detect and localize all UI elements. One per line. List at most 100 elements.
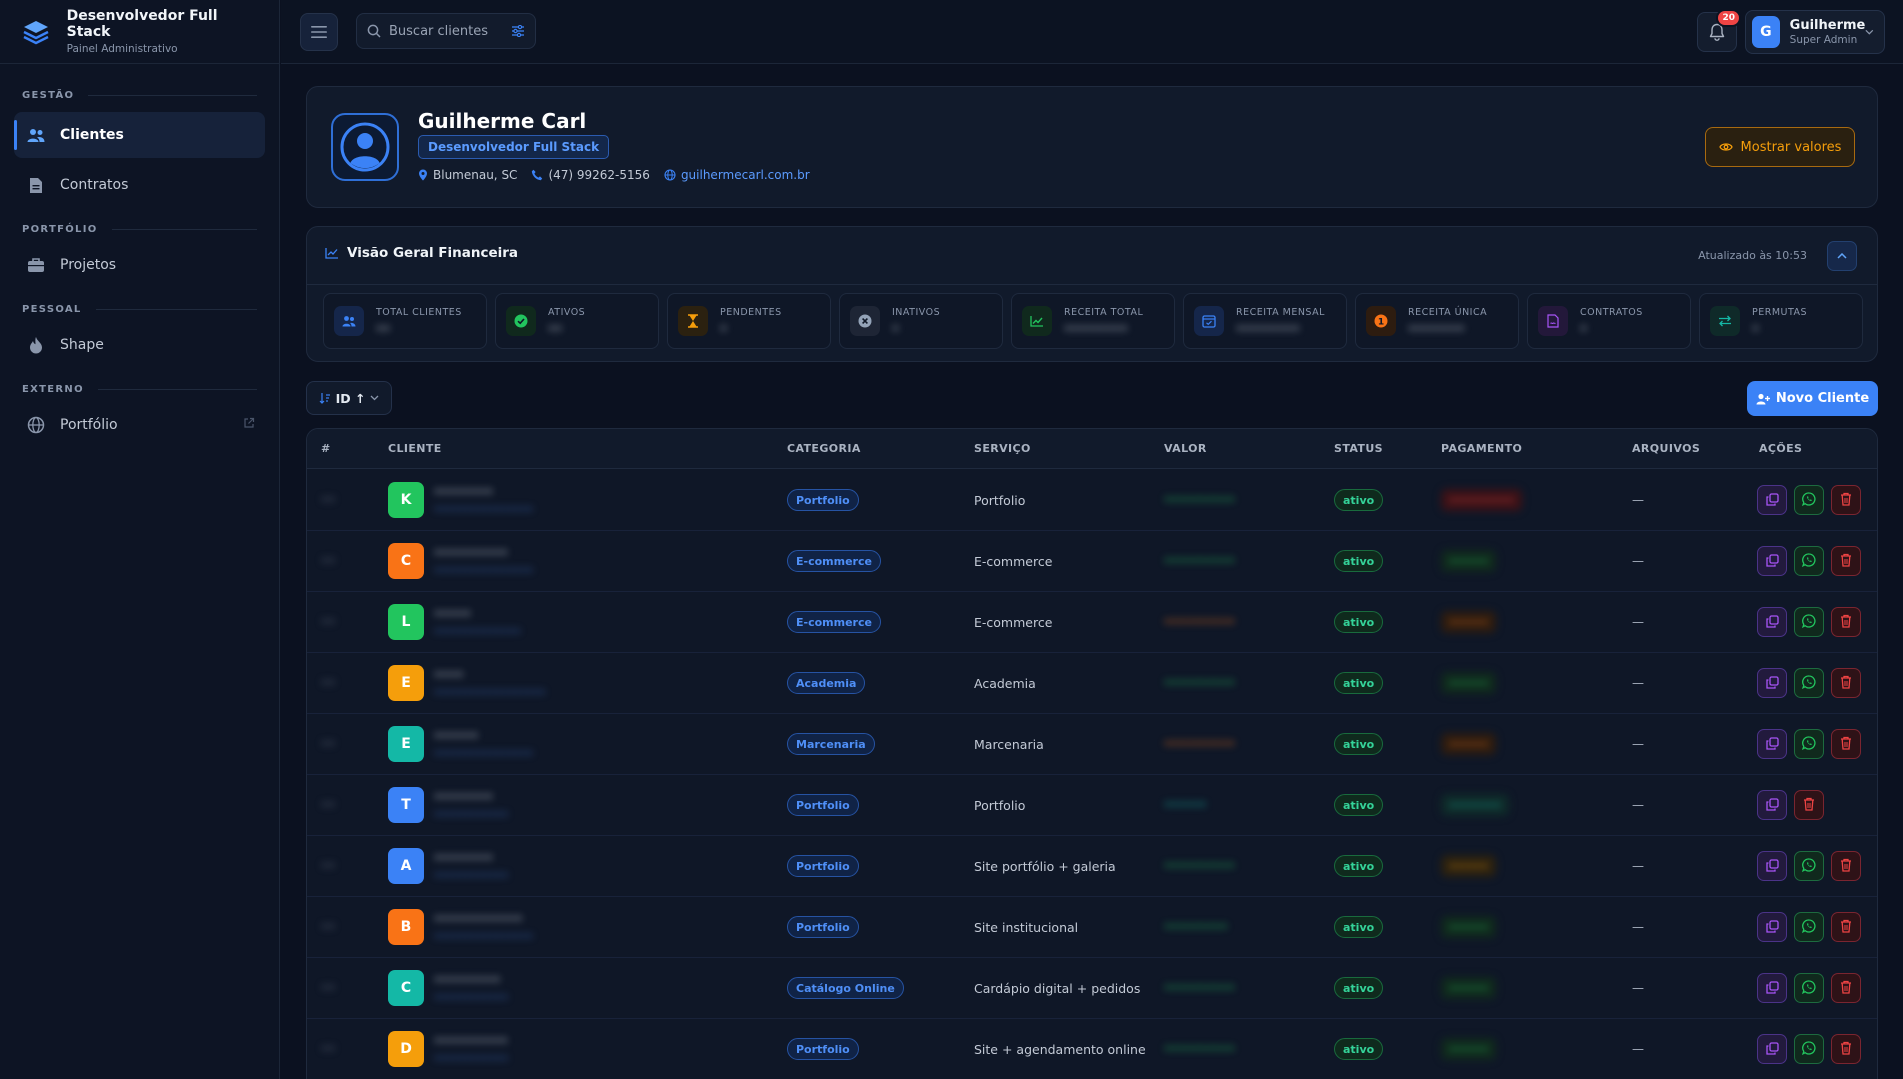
service-text: Site + agendamento online: [974, 1041, 1146, 1057]
new-client-label: Novo Cliente: [1775, 391, 1870, 406]
delete-button[interactable]: [1794, 790, 1824, 820]
column-header[interactable]: SERVIÇO: [974, 442, 1031, 455]
column-header[interactable]: ARQUIVOS: [1632, 442, 1700, 455]
whatsapp-button[interactable]: [1794, 546, 1824, 576]
user-menu[interactable]: G Guilherme Super Admin: [1745, 10, 1885, 54]
profile-website-text: guilhermecarl.com.br: [680, 168, 810, 182]
sort-dropdown[interactable]: ID ↑: [306, 381, 392, 415]
whatsapp-button[interactable]: [1794, 912, 1824, 942]
delete-button[interactable]: [1831, 912, 1861, 942]
client-avatar: B: [388, 909, 424, 945]
table-row[interactable]: •• C ••••••••• •••••••••••• Catálogo Onl…: [307, 958, 1877, 1019]
column-header[interactable]: AÇÕES: [1759, 442, 1802, 455]
client-name: •••••••••: [434, 972, 501, 987]
stat-label: INATIVOS: [892, 306, 941, 318]
client-avatar: T: [388, 787, 424, 823]
copy-button[interactable]: [1757, 668, 1787, 698]
client-name: ••••••: [434, 728, 479, 743]
copy-button[interactable]: [1757, 546, 1787, 576]
table-row[interactable]: •• T •••••••• •••••••••••• Portfolio Por…: [307, 775, 1877, 836]
payment-badge: ••••••: [1441, 550, 1496, 572]
copy-button[interactable]: [1757, 607, 1787, 637]
copy-icon: [1765, 979, 1779, 998]
delete-button[interactable]: [1831, 851, 1861, 881]
show-values-button[interactable]: Mostrar valores: [1705, 127, 1855, 167]
value-text: ••••••••••: [1164, 493, 1235, 507]
new-client-button[interactable]: Novo Cliente: [1747, 381, 1878, 416]
column-header[interactable]: CATEGORIA: [787, 442, 861, 455]
whatsapp-button[interactable]: [1794, 729, 1824, 759]
finance-header: Visão Geral Financeira: [325, 245, 518, 261]
delete-button[interactable]: [1831, 546, 1861, 576]
column-header[interactable]: CLIENTE: [388, 442, 442, 455]
eye-icon: [1718, 143, 1733, 151]
client-email: ••••••••••••••••: [434, 504, 534, 516]
table-row[interactable]: •• L ••••• •••••••••••••• E-commerce E-c…: [307, 592, 1877, 653]
whatsapp-button[interactable]: [1794, 973, 1824, 1003]
table-row[interactable]: •• A •••••••• •••••••••••• Portfolio Sit…: [307, 836, 1877, 897]
column-header[interactable]: VALOR: [1164, 442, 1207, 455]
sidebar-item-projetos[interactable]: Projetos: [14, 242, 265, 288]
copy-button[interactable]: [1757, 1034, 1787, 1064]
table-row[interactable]: •• K •••••••• •••••••••••••••• Portfolio…: [307, 470, 1877, 531]
search-input[interactable]: [389, 23, 499, 39]
category-badge: Portfolio: [787, 489, 859, 511]
chart-line-icon: [325, 248, 338, 259]
sidebar-item-shape[interactable]: Shape: [14, 322, 265, 368]
sidebar-item-label: Contratos: [60, 177, 129, 193]
whatsapp-button[interactable]: [1794, 1034, 1824, 1064]
whatsapp-button[interactable]: [1794, 668, 1824, 698]
status-badge: ativo: [1334, 1038, 1384, 1060]
copy-button[interactable]: [1757, 790, 1787, 820]
profile-card: Guilherme Carl Desenvolvedor Full Stack …: [306, 86, 1878, 208]
column-header[interactable]: #: [321, 442, 331, 455]
service-text: Academia: [974, 675, 1036, 691]
client-email: ••••••••••••: [434, 870, 509, 882]
status-badge: ativo: [1334, 916, 1384, 938]
sidebar-item-portfolio-external[interactable]: Portfólio: [14, 402, 265, 448]
sidebar-item-clientes[interactable]: Clientes: [14, 112, 265, 158]
copy-icon: [1765, 674, 1779, 693]
whatsapp-button[interactable]: [1794, 485, 1824, 515]
delete-button[interactable]: [1831, 607, 1861, 637]
row-id: ••: [321, 554, 336, 568]
table-row[interactable]: •• C •••••••••• •••••••••••••••• E-comme…: [307, 531, 1877, 592]
delete-button[interactable]: [1831, 1034, 1861, 1064]
copy-button[interactable]: [1757, 851, 1787, 881]
row-id: ••: [321, 737, 336, 751]
copy-button[interactable]: [1757, 973, 1787, 1003]
status-badge: ativo: [1334, 733, 1384, 755]
sidebar-item-contratos[interactable]: Contratos: [14, 162, 265, 208]
menu-toggle-button[interactable]: [300, 13, 338, 51]
payment-badge: ••••••: [1441, 733, 1496, 755]
stat-card-pendentes: PENDENTES •: [667, 293, 831, 349]
stat-value: •••••••••: [1236, 321, 1300, 336]
table-row[interactable]: •• D •••••••••• •••••••••••• Portfolio S…: [307, 1019, 1877, 1079]
column-header[interactable]: PAGAMENTO: [1441, 442, 1522, 455]
table-row[interactable]: •• E •••••• •••••••••••••••• Marcenaria …: [307, 714, 1877, 775]
table-row[interactable]: •• E •••• •••••••••••••••••• Academia Ac…: [307, 653, 1877, 714]
whatsapp-button[interactable]: [1794, 851, 1824, 881]
copy-button[interactable]: [1757, 485, 1787, 515]
delete-button[interactable]: [1831, 729, 1861, 759]
delete-button[interactable]: [1831, 485, 1861, 515]
whatsapp-button[interactable]: [1794, 607, 1824, 637]
collapse-finance-button[interactable]: [1827, 241, 1857, 271]
client-email: ••••••••••••: [434, 809, 509, 821]
delete-button[interactable]: [1831, 668, 1861, 698]
category-badge: Academia: [787, 672, 866, 694]
notifications-button[interactable]: 20: [1697, 9, 1741, 52]
files-value: —: [1632, 615, 1644, 629]
trash-icon: [1840, 979, 1852, 998]
brand[interactable]: Desenvolvedor Full Stack Painel Administ…: [0, 0, 279, 64]
copy-button[interactable]: [1757, 912, 1787, 942]
column-header[interactable]: STATUS: [1334, 442, 1383, 455]
category-badge: E-commerce: [787, 550, 881, 572]
filter-icon[interactable]: [511, 25, 525, 37]
table-row[interactable]: •• B •••••••••••• •••••••••••••••• Portf…: [307, 897, 1877, 958]
stat-label: CONTRATOS: [1580, 306, 1643, 318]
delete-button[interactable]: [1831, 973, 1861, 1003]
profile-website-link[interactable]: guilhermecarl.com.br: [664, 168, 810, 182]
copy-button[interactable]: [1757, 729, 1787, 759]
whatsapp-icon: [1801, 918, 1816, 937]
